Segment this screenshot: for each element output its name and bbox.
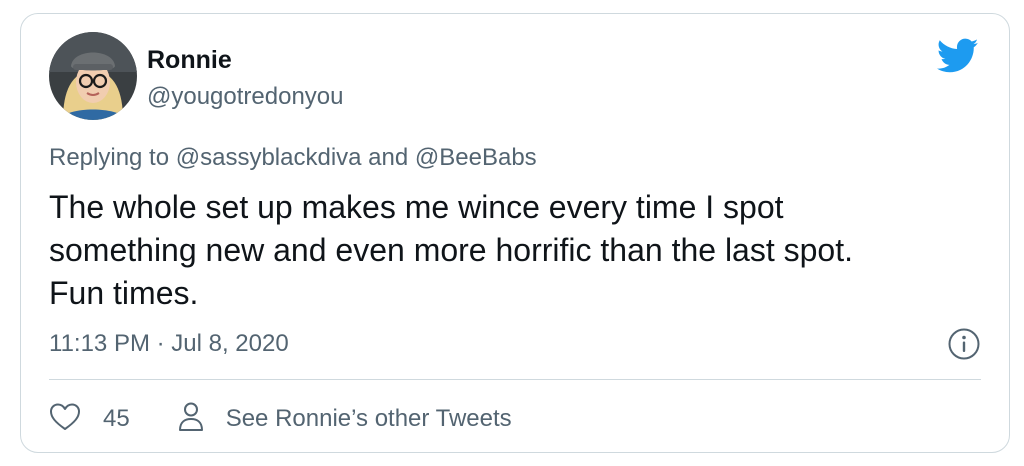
like-button[interactable]: 45 [49, 402, 130, 437]
tweet-text-line-1: The whole set up makes me wince every ti… [49, 189, 784, 225]
replying-joiner: and [361, 144, 415, 171]
twitter-bird-icon[interactable] [936, 38, 979, 74]
author-avatar[interactable] [49, 32, 137, 120]
replying-to-line: Replying to @sassyblackdiva and @BeeBabs [49, 144, 537, 172]
tweet-card: Ronnie @yougotredonyou Replying to @sass… [20, 13, 1010, 453]
author-name[interactable]: Ronnie [147, 46, 232, 75]
see-other-tweets-link[interactable]: See Ronnie’s other Tweets [178, 401, 512, 438]
like-count: 45 [103, 405, 130, 432]
tweet-text-line-3: Fun times. [49, 275, 199, 311]
info-icon[interactable] [947, 327, 981, 361]
see-other-tweets-label: See Ronnie’s other Tweets [225, 405, 512, 432]
author-handle[interactable]: @yougotredonyou [147, 83, 344, 111]
avatar-image [49, 32, 137, 120]
tweet-text: The whole set up makes me wince every ti… [49, 186, 979, 315]
replying-prefix: Replying to [49, 144, 176, 171]
tweet-timestamp[interactable]: 11:13 PM · Jul 8, 2020 [49, 330, 289, 358]
mention-beebabs[interactable]: @BeeBabs [415, 144, 537, 171]
tweet-actions: 45 See Ronnie’s other Tweets [49, 399, 512, 439]
mention-sassyblackdiva[interactable]: @sassyblackdiva [176, 144, 362, 171]
heart-icon [49, 402, 81, 437]
tweet-text-line-2: something new and even more horrific tha… [49, 232, 853, 268]
person-icon [178, 401, 204, 438]
actions-divider [49, 379, 981, 380]
